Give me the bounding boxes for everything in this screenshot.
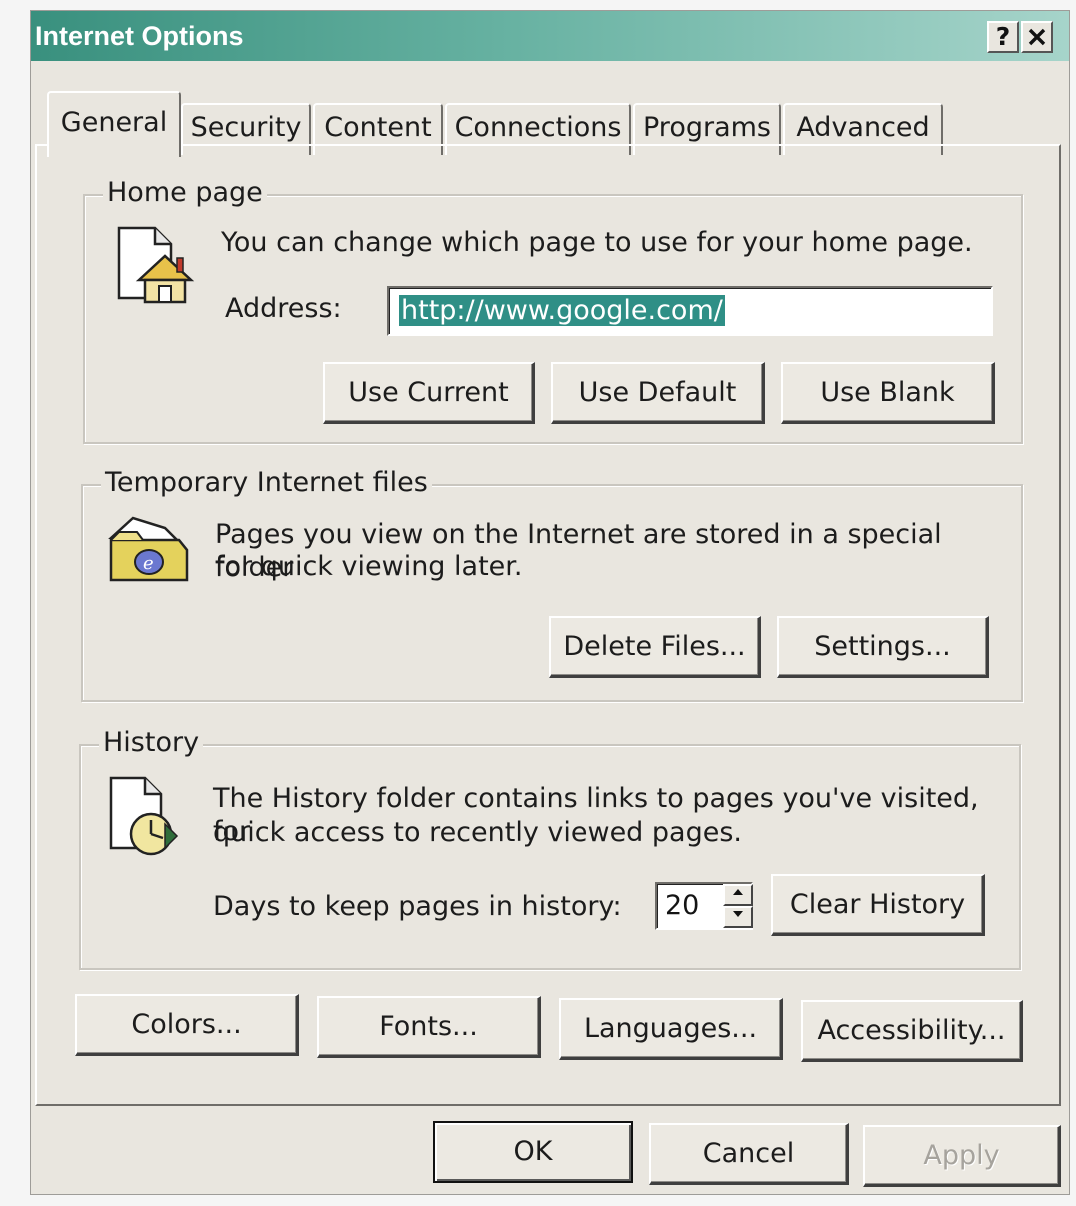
internet-options-dialog: Internet Options ? General Security Cont… [30, 10, 1070, 1195]
temporary-internet-files-group: Temporary Internet files e Pages you vie… [81, 466, 1023, 702]
apply-button[interactable]: Apply [863, 1125, 1061, 1187]
cancel-button[interactable]: Cancel [649, 1123, 849, 1185]
window-title: Internet Options [35, 21, 244, 51]
settings-button[interactable]: Settings... [777, 616, 989, 678]
history-legend: History [99, 726, 204, 760]
up-arrow-icon [733, 889, 743, 895]
close-button[interactable] [1021, 21, 1053, 53]
address-value: http://www.google.com/ [399, 295, 725, 326]
close-icon [1028, 28, 1046, 46]
ok-button[interactable]: OK [433, 1121, 633, 1183]
accessibility-button[interactable]: Accessibility... [801, 1000, 1023, 1062]
home-page-icon [117, 226, 195, 304]
days-to-keep-label: Days to keep pages in history: [213, 891, 622, 922]
use-default-button[interactable]: Use Default [551, 362, 765, 424]
use-current-button[interactable]: Use Current [323, 362, 535, 424]
help-button[interactable]: ? [987, 21, 1019, 53]
history-icon [109, 776, 179, 856]
address-input[interactable]: http://www.google.com/ [387, 286, 993, 336]
home-page-legend: Home page [103, 176, 267, 210]
history-description-line2: quick access to recently viewed pages. [213, 817, 742, 848]
tab-general[interactable]: General [47, 91, 181, 157]
svg-text:e: e [143, 553, 154, 574]
history-group: History The History folder contains link… [79, 726, 1021, 970]
temporary-files-folder-icon: e [108, 516, 189, 582]
temporary-files-description-line2: for quick viewing later. [215, 551, 523, 582]
languages-button[interactable]: Languages... [559, 998, 783, 1060]
colors-button[interactable]: Colors... [75, 994, 299, 1056]
clear-history-button[interactable]: Clear History [771, 874, 985, 936]
home-page-description: You can change which page to use for you… [221, 227, 973, 258]
days-decrement-button[interactable] [723, 906, 753, 928]
address-label: Address: [225, 293, 342, 324]
days-to-keep-value: 20 [665, 890, 700, 921]
temporary-internet-files-legend: Temporary Internet files [101, 466, 432, 500]
fonts-button[interactable]: Fonts... [317, 996, 541, 1058]
home-page-group: Home page You can change which page to u… [83, 176, 1023, 444]
delete-files-button[interactable]: Delete Files... [549, 616, 761, 678]
use-blank-button[interactable]: Use Blank [781, 362, 995, 424]
days-increment-button[interactable] [723, 884, 753, 906]
general-tab-panel: Home page You can change which page to u… [35, 144, 1061, 1106]
down-arrow-icon [733, 911, 743, 917]
title-bar[interactable]: Internet Options ? [31, 11, 1069, 61]
